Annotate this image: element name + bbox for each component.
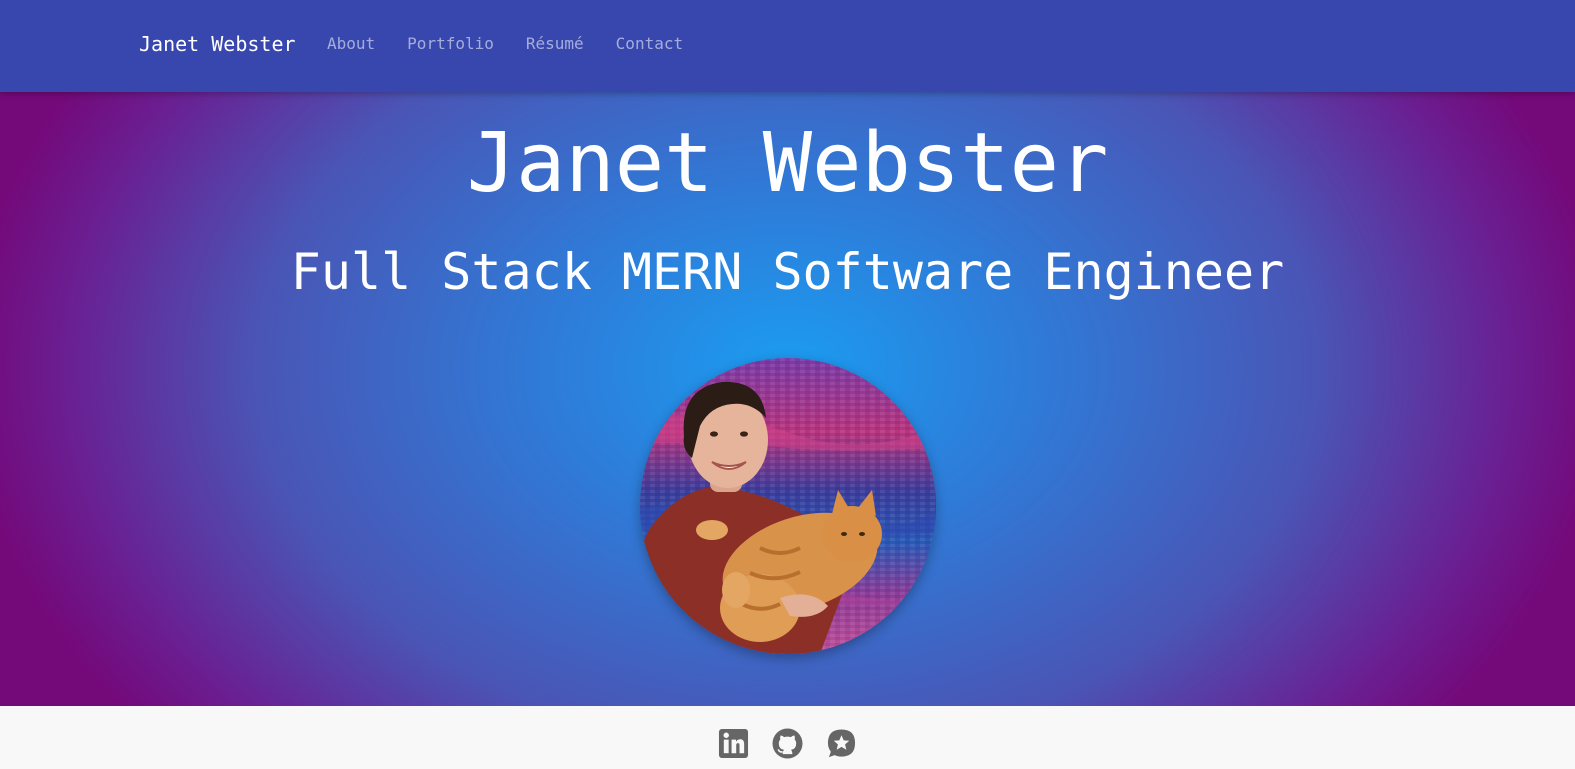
- nav-link-portfolio[interactable]: Portfolio: [407, 34, 494, 53]
- linkedin-icon: [718, 728, 749, 759]
- badge-star-link[interactable]: [826, 728, 857, 759]
- hero-title: Janet Webster: [466, 116, 1109, 211]
- nav-link-resume[interactable]: Résumé: [526, 34, 584, 53]
- nav-links: About Portfolio Résumé Contact: [327, 34, 683, 53]
- brand-link[interactable]: Janet Webster: [139, 32, 296, 56]
- linkedin-link[interactable]: [718, 728, 749, 759]
- github-link[interactable]: [772, 728, 803, 759]
- nav-link-about[interactable]: About: [327, 34, 375, 53]
- profile-photo: [640, 358, 936, 654]
- hero-subtitle: Full Stack MERN Software Engineer: [290, 243, 1285, 301]
- footer: [0, 706, 1575, 769]
- hero-section: Janet Webster Full Stack MERN Software E…: [0, 92, 1575, 706]
- profile-photo-illustration: [640, 358, 936, 654]
- github-icon: [772, 728, 803, 759]
- nav-link-contact[interactable]: Contact: [616, 34, 683, 53]
- badge-star-icon: [827, 729, 856, 758]
- social-links: [0, 728, 1575, 759]
- navbar: Janet Webster About Portfolio Résumé Con…: [0, 0, 1575, 92]
